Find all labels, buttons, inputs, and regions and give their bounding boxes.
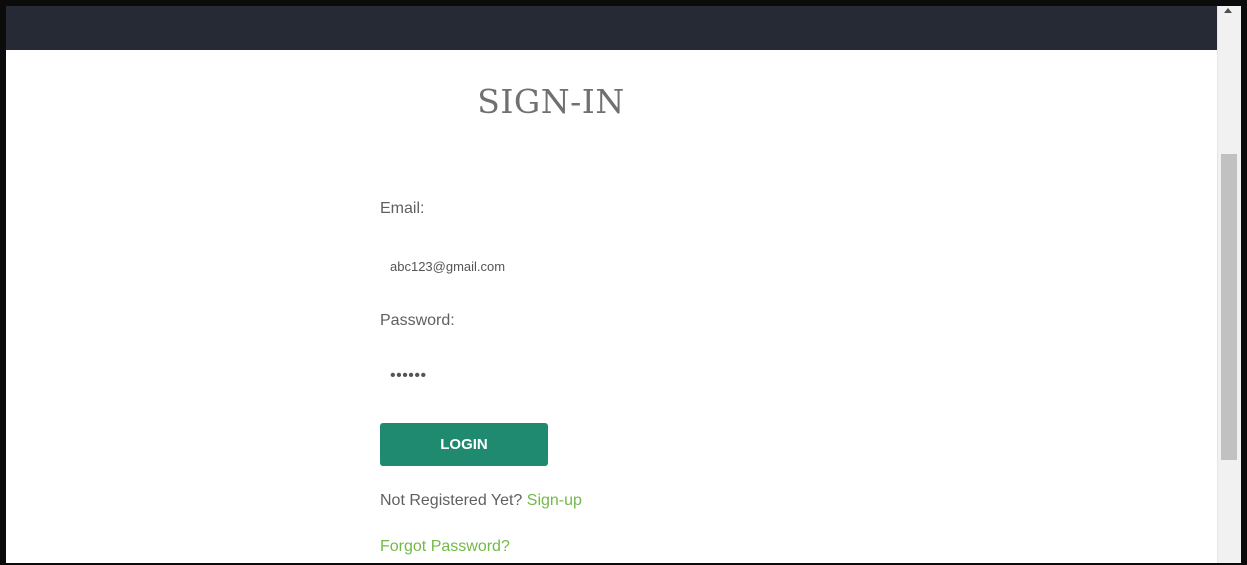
email-label: Email: <box>380 200 425 217</box>
password-label: Password: <box>380 312 455 329</box>
password-field[interactable] <box>380 362 720 390</box>
scroll-up-arrow-icon[interactable] <box>1224 8 1232 13</box>
top-navbar <box>6 6 1217 50</box>
register-prompt: Not Registered Yet? Sign-up <box>380 492 582 510</box>
vertical-scrollbar[interactable] <box>1217 6 1241 563</box>
scrollbar-thumb[interactable] <box>1221 154 1237 460</box>
login-button[interactable]: LOGIN <box>380 423 548 466</box>
forgot-password-link[interactable]: Forgot Password? <box>380 538 510 556</box>
signup-link[interactable]: Sign-up <box>527 492 582 509</box>
not-registered-text: Not Registered Yet? <box>380 492 523 509</box>
email-field[interactable] <box>380 252 720 280</box>
browser-viewport: SIGN-IN Email: Password: LOGIN Not Regis… <box>0 0 1247 565</box>
page-title: SIGN-IN <box>477 82 625 121</box>
